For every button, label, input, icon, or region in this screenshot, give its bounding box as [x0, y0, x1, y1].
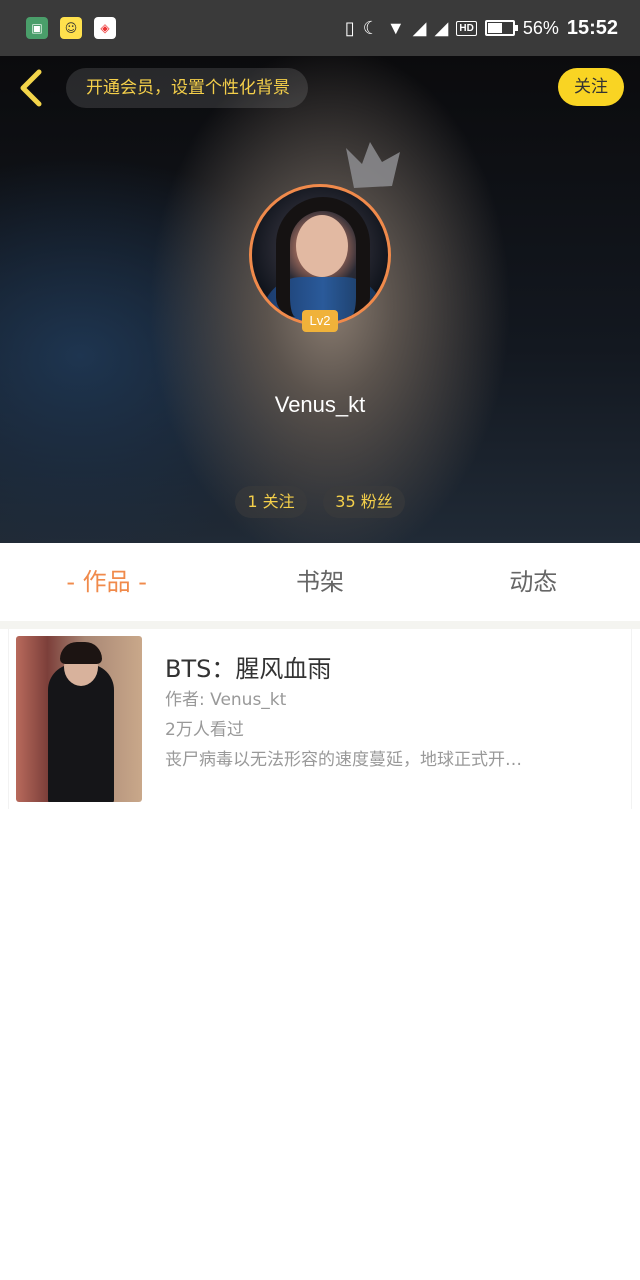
vibrate-icon: ▯ — [344, 17, 355, 38]
shopping-app-icon: ◈ — [94, 17, 116, 39]
book-views: 2万人看过 — [165, 720, 244, 740]
signal-icon: ◢ — [412, 17, 427, 38]
chevron-left-icon — [20, 69, 42, 107]
app-notification-icon: ▣ — [26, 17, 48, 39]
book-description: 丧尸病毒以无法形容的速度蔓延，地球正式开… — [165, 750, 522, 770]
cover-hair — [60, 642, 102, 664]
username: Venus_kt — [274, 392, 366, 417]
following-count[interactable]: 1 关注 — [235, 486, 307, 518]
book-card[interactable]: BTS：腥风血雨 作者: Venus_kt 2万人看过 丧尸病毒以无法形容的速度… — [8, 629, 632, 809]
tab-activity[interactable]: 动态 — [427, 543, 640, 621]
tab-bookshelf[interactable]: 书架 — [213, 543, 426, 621]
chat-app-icon: ☺ — [60, 17, 82, 39]
hd-voice-icon: HD — [456, 20, 477, 36]
battery-fill — [487, 23, 503, 33]
avatar-face — [296, 215, 348, 277]
avatar[interactable] — [249, 184, 391, 326]
signal-full-icon: ◢ — [434, 17, 449, 38]
fans-count[interactable]: 35 粉丝 — [323, 486, 405, 518]
profile-header: 开通会员，设置个性化背景 关注 Lv2 Venus_kt 1 关注 35 粉丝 — [0, 56, 640, 543]
profile-screen: ▣ ☺ ◈ ▯ ☾ ▼ ◢ ◢ HD 56% 15:52 开通会员，设置个性化背… — [0, 0, 640, 1280]
level-badge: Lv2 — [302, 310, 338, 332]
back-button[interactable] — [14, 68, 48, 108]
section-divider — [0, 621, 640, 629]
battery-percent: 56% — [522, 17, 559, 38]
tab-works[interactable]: - 作品 - — [0, 543, 213, 621]
vip-background-banner[interactable]: 开通会员，设置个性化背景 — [66, 68, 308, 108]
book-title: BTS：腥风血雨 — [165, 655, 332, 683]
clock: 15:52 — [566, 16, 618, 39]
book-cover-image — [16, 636, 142, 802]
profile-tabs: - 作品 - 书架 动态 — [0, 543, 640, 621]
wifi-icon: ▼ — [386, 17, 405, 38]
status-bar: ▣ ☺ ◈ ▯ ☾ ▼ ◢ ◢ HD 56% 15:52 — [0, 0, 640, 56]
book-author: 作者: Venus_kt — [165, 690, 287, 710]
follow-button[interactable]: 关注 — [558, 68, 624, 106]
do-not-disturb-moon-icon: ☾ — [362, 17, 379, 38]
battery-icon — [484, 20, 518, 36]
